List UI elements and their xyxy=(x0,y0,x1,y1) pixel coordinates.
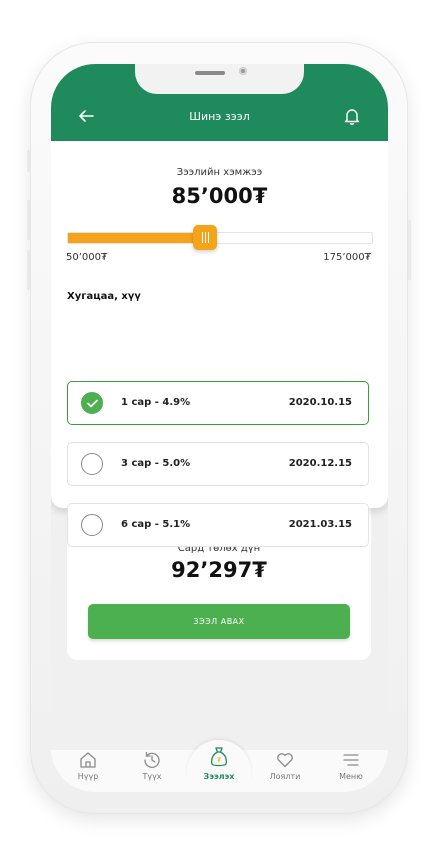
monthly-payment-value: 92’297₮ xyxy=(171,558,267,582)
nav-item-loan[interactable]: ₮ Зээлэх xyxy=(191,746,247,786)
history-icon xyxy=(144,751,160,768)
loan-amount-value: 85’000₮ xyxy=(171,184,268,208)
nav-label: Нүүр xyxy=(77,772,99,781)
device-notch xyxy=(135,64,304,94)
loan-config-card: Зээлийн хэмжээ 85’000₮ 50’000₮ 175’000₮ … xyxy=(51,141,388,547)
device-side-button xyxy=(408,220,411,280)
device-side-button xyxy=(27,250,30,290)
amount-slider-handle[interactable] xyxy=(193,225,217,250)
slider-max-label: 175’000₮ xyxy=(323,252,371,263)
heart-icon xyxy=(277,753,293,768)
nav-item-history[interactable]: Түүх xyxy=(124,750,180,790)
term-option-1[interactable]: 1 сар - 4.9% 2020.10.15 xyxy=(67,381,369,425)
term-option-label: 6 сар - 5.1% xyxy=(121,519,191,530)
amount-slider-fill xyxy=(68,233,206,243)
term-option-date: 2020.10.15 xyxy=(288,397,352,408)
term-option-label: 1 сар - 4.9% xyxy=(121,397,191,408)
nav-item-loyalty[interactable]: Лоялти xyxy=(257,750,313,790)
nav-label: Лоялти xyxy=(269,772,301,781)
term-option-date: 2021.03.15 xyxy=(288,519,352,530)
svg-text:₮: ₮ xyxy=(217,757,222,765)
device-side-button xyxy=(27,150,30,172)
nav-item-home[interactable]: Нүүр xyxy=(60,750,116,790)
money-bag-icon: ₮ xyxy=(211,747,227,767)
check-circle-icon[interactable] xyxy=(81,392,103,414)
amount-slider-track[interactable] xyxy=(67,232,373,244)
app-screen: Шинэ зээл Зээлийн хэмжээ 85’000₮ 50’000₮… xyxy=(51,64,388,792)
device-side-button xyxy=(27,200,30,240)
radio-circle-icon[interactable] xyxy=(81,514,103,536)
page-title: Шинэ зээл xyxy=(189,110,250,123)
nav-label: Зээлэх xyxy=(203,772,235,781)
radio-circle-icon[interactable] xyxy=(81,453,103,475)
front-camera xyxy=(239,67,247,75)
term-option-3[interactable]: 3 сар - 5.0% 2020.12.15 xyxy=(67,442,369,486)
loan-amount-label: Зээлийн хэмжээ xyxy=(176,167,263,178)
bell-icon[interactable] xyxy=(342,106,362,126)
term-option-6[interactable]: 6 сар - 5.1% 2021.03.15 xyxy=(67,503,369,547)
term-option-date: 2020.12.15 xyxy=(288,458,352,469)
nav-label: Түүх xyxy=(142,772,162,781)
slider-min-label: 50’000₮ xyxy=(66,252,108,263)
term-section-title: Хугацаа, хүү xyxy=(67,291,141,302)
take-loan-button[interactable]: ЗЭЭЛ АВАХ xyxy=(88,604,350,639)
term-option-label: 3 сар - 5.0% xyxy=(121,458,191,469)
menu-icon xyxy=(343,754,359,766)
speaker-grille xyxy=(195,71,225,75)
nav-item-menu[interactable]: Меню xyxy=(323,750,379,790)
home-icon xyxy=(80,752,96,768)
nav-label: Меню xyxy=(339,772,363,781)
